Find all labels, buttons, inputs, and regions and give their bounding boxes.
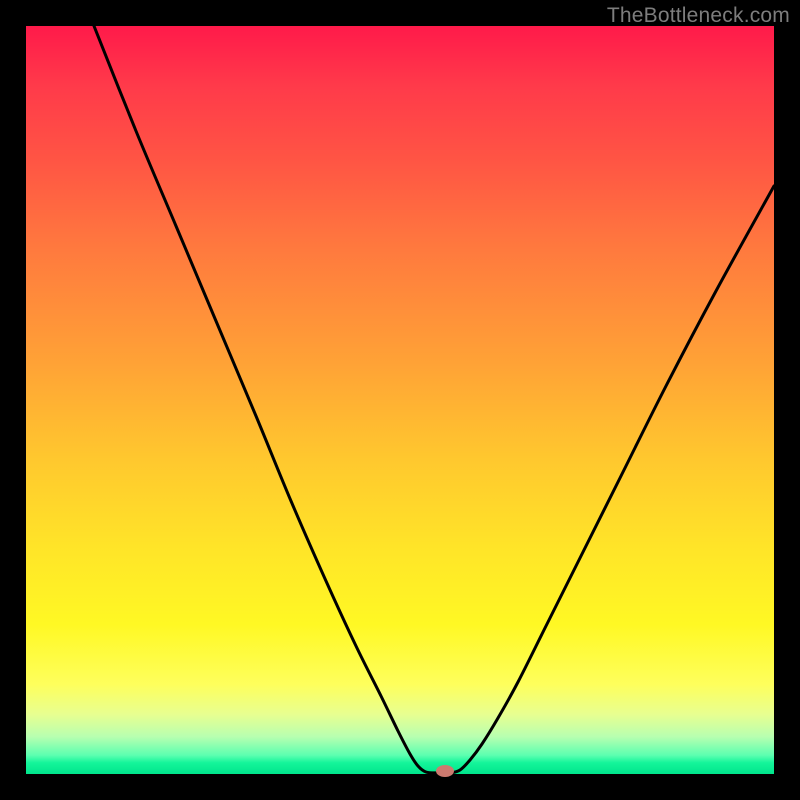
bottleneck-curve (94, 26, 774, 773)
curve-svg (26, 26, 774, 774)
plot-area (26, 26, 774, 774)
chart-frame: TheBottleneck.com (0, 0, 800, 800)
optimal-point-marker (436, 765, 454, 777)
watermark-text: TheBottleneck.com (607, 4, 790, 28)
